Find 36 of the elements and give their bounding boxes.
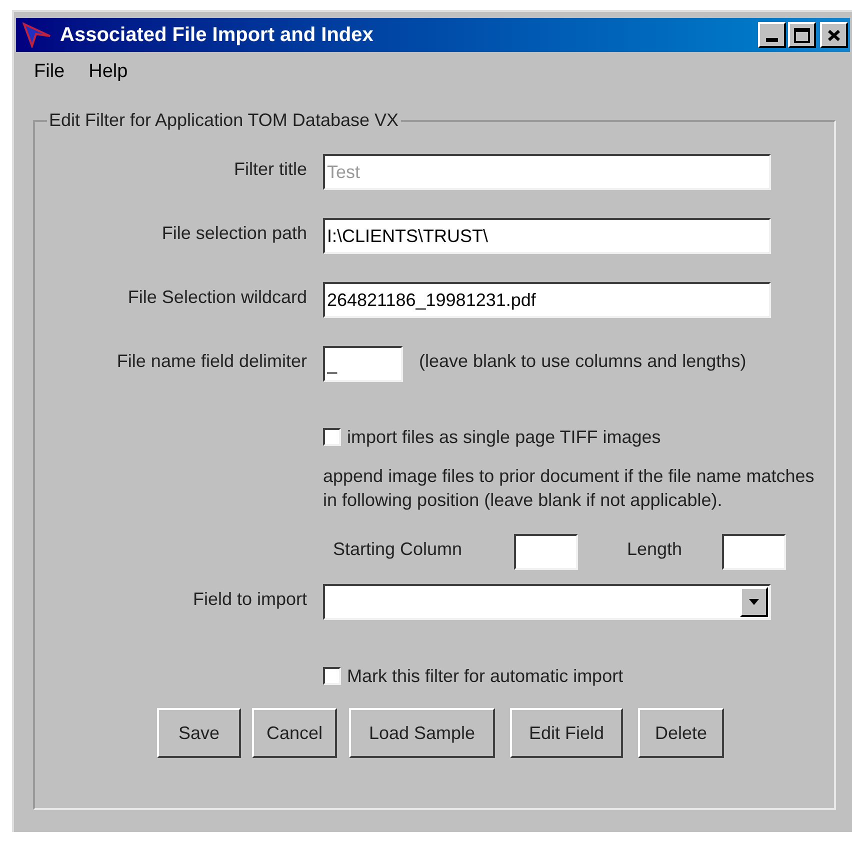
checkbox[interactable] [323, 667, 341, 685]
app-logo-icon [22, 22, 52, 48]
dropdown-button[interactable] [740, 587, 768, 617]
dialog-button[interactable]: Delete [638, 708, 724, 758]
field-label: Field to import [192, 588, 307, 611]
field-label: File name field delimiter [116, 350, 307, 373]
delimiter-field[interactable]: _ [323, 346, 403, 382]
dialog-button[interactable]: Cancel [252, 708, 337, 758]
field-label: File Selection wildcard [126, 286, 307, 309]
minimize-icon [766, 38, 778, 42]
caret-icon [749, 599, 759, 605]
checkbox-label: import files as single page TIFF images [347, 426, 661, 449]
text-field[interactable]: 264821186_19981231.pdf [323, 282, 771, 318]
dialog-button[interactable]: Load Sample [349, 708, 495, 758]
length-field[interactable] [722, 534, 786, 570]
checkbox[interactable] [323, 428, 341, 446]
maximize-button[interactable] [788, 22, 816, 48]
checkbox-label: Mark this filter for automatic import [347, 664, 624, 688]
dialog-button[interactable]: Edit Field [510, 708, 623, 758]
dropdown-field[interactable] [323, 584, 771, 620]
menu-item[interactable]: Help [88, 58, 128, 86]
menu-item[interactable]: File [34, 58, 65, 86]
window-title: Associated File Import and Index [60, 23, 374, 48]
instruction-text: append image files to prior document if the file name matches in following position (leave blank if not applicable). [322, 465, 816, 512]
field-label: File selection path [160, 222, 307, 245]
close-button[interactable] [820, 22, 848, 48]
maximize-icon [794, 28, 810, 42]
minimize-button[interactable] [758, 22, 786, 48]
starting-column-field[interactable] [514, 534, 578, 570]
close-icon [827, 28, 841, 42]
field-label: Starting Column [333, 538, 464, 561]
hint-text: (leave blank to use columns and lengths) [419, 350, 746, 373]
text-field[interactable]: I:\CLIENTS\TRUST\ [323, 218, 771, 254]
field-label: Filter title [232, 158, 307, 181]
field-label: Length [627, 538, 684, 561]
dialog-button[interactable]: Save [157, 708, 241, 758]
